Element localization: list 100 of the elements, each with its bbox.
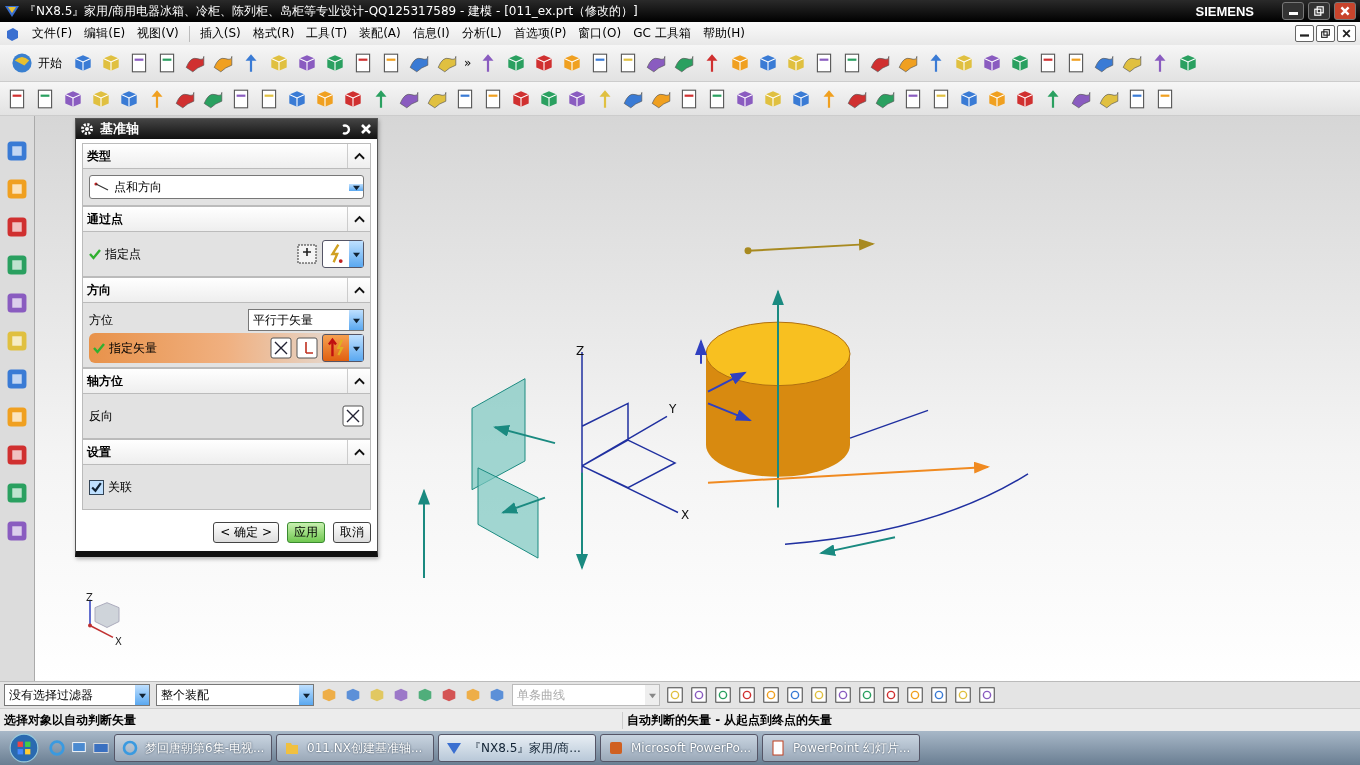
point-type-button[interactable] <box>322 240 364 268</box>
vector-dialog-icon[interactable] <box>296 337 318 359</box>
cube-icon[interactable] <box>392 686 410 704</box>
field-label: 指定点 <box>105 245 141 263</box>
caret-icon <box>351 344 361 352</box>
menu-item[interactable]: 编辑(E) <box>78 25 132 42</box>
dialog-title: 基准轴 <box>100 120 140 138</box>
snap-point-icon[interactable] <box>786 686 804 704</box>
axis-label: X <box>681 508 690 523</box>
line-point-icon <box>94 182 110 192</box>
close-button[interactable] <box>1337 25 1356 42</box>
restore-button[interactable] <box>1308 2 1330 20</box>
snap-point-icon[interactable] <box>810 686 828 704</box>
menu-item[interactable]: GC 工具箱 <box>627 25 697 42</box>
snap-point-icon[interactable] <box>834 686 852 704</box>
caret-icon <box>301 691 311 699</box>
menu-item[interactable]: 文件(F) <box>26 25 79 42</box>
collapse-icon[interactable] <box>353 286 365 294</box>
dialog-button[interactable]: 应用 <box>287 522 325 543</box>
start-button[interactable]: 开始 <box>6 51 66 75</box>
vector-row[interactable]: 指定矢量 <box>89 333 364 363</box>
axis-label: Y <box>669 402 677 417</box>
snap-point-icon[interactable] <box>906 686 924 704</box>
status-message: 自动判断的矢量 - 从起点到终点的矢量 <box>622 711 833 729</box>
document-icon <box>769 739 787 757</box>
axis-label: Z <box>86 591 93 603</box>
snap-point-icon[interactable] <box>762 686 780 704</box>
vector-type-button[interactable] <box>322 334 364 362</box>
caret-icon <box>351 183 361 191</box>
menu-item[interactable]: 信息(I) <box>406 25 456 42</box>
field-label: 反向 <box>89 407 113 425</box>
arrow-drawing <box>695 339 707 365</box>
reverse-icon[interactable] <box>270 337 292 359</box>
snap-point-icon[interactable] <box>666 686 684 704</box>
minimize-icon <box>1300 34 1309 37</box>
dialog-button[interactable]: < 确定 > <box>213 522 279 543</box>
snap-point-icon[interactable] <box>714 686 732 704</box>
minimize-icon <box>1288 12 1298 15</box>
check-icon <box>90 480 103 494</box>
menu-item[interactable]: 格式(R) <box>246 25 301 42</box>
section-header[interactable]: 轴方位 <box>83 369 370 394</box>
scope-dropdown[interactable]: 整个装配 <box>156 684 314 706</box>
point-dialog-icon[interactable] <box>296 243 318 265</box>
snap-point-icon[interactable] <box>738 686 756 704</box>
overflow-button[interactable]: » <box>464 56 472 70</box>
collapse-icon[interactable] <box>353 215 365 223</box>
snap-point-icon[interactable] <box>882 686 900 704</box>
app-logo-icon <box>4 3 20 19</box>
snap-point-icon[interactable] <box>930 686 948 704</box>
menu-item[interactable]: 插入(S) <box>193 25 247 42</box>
restore-button[interactable] <box>1316 25 1335 42</box>
menu-item[interactable]: 窗口(O) <box>572 25 628 42</box>
minimize-button[interactable] <box>1282 2 1304 20</box>
dialog-button[interactable]: 取消 <box>333 522 371 543</box>
globe-icon <box>10 51 34 75</box>
menu-item[interactable]: 装配(A) <box>353 25 407 42</box>
associative-checkbox[interactable] <box>89 479 104 495</box>
menu-item[interactable]: 帮助(H) <box>696 25 752 42</box>
arrow-drawing <box>707 371 747 393</box>
section-header[interactable]: 通过点 <box>83 207 370 232</box>
axis-label: Z <box>576 343 585 358</box>
section-header[interactable]: 类型 <box>83 144 370 169</box>
close-icon[interactable] <box>359 122 373 136</box>
status-prompt: 选择对象以自动判断矢量 <box>3 711 137 729</box>
snap-point-icon[interactable] <box>858 686 876 704</box>
arrow-drawing <box>501 496 546 514</box>
taskbar-button[interactable]: 『NX8.5』家用/商... <box>438 734 596 762</box>
caret-icon <box>137 691 147 699</box>
caret-icon <box>647 691 657 699</box>
windows-logo-icon <box>8 732 40 764</box>
snap-point-icon[interactable] <box>954 686 972 704</box>
restore-icon <box>1319 28 1332 39</box>
minimize-button[interactable] <box>1295 25 1314 42</box>
type-dropdown[interactable]: 点和方向 <box>89 175 364 199</box>
menu-item[interactable]: 首选项(P) <box>507 25 573 42</box>
collapse-icon[interactable] <box>353 152 365 160</box>
cube-icon[interactable] <box>344 686 362 704</box>
field-label: 方位 <box>89 311 113 329</box>
arrow-drawing <box>707 402 752 422</box>
collapse-icon[interactable] <box>353 377 365 385</box>
close-button[interactable] <box>1334 2 1356 20</box>
reverse-icon[interactable] <box>342 405 364 427</box>
collapse-icon[interactable] <box>353 448 365 456</box>
filter-dropdown[interactable]: 没有选择过滤器 <box>4 684 150 706</box>
caret-icon <box>351 250 361 258</box>
browser-icon <box>121 739 139 757</box>
snap-point-icon[interactable] <box>690 686 708 704</box>
menu-item[interactable]: 分析(L) <box>455 25 508 42</box>
section-header[interactable]: 设置 <box>83 440 370 465</box>
close-icon <box>1340 28 1353 39</box>
settings-icon[interactable] <box>80 122 94 136</box>
restore-icon <box>1311 5 1327 17</box>
menu-item[interactable]: 工具(T) <box>300 25 354 42</box>
menu-item[interactable]: 视图(V) <box>131 25 185 42</box>
section-header[interactable]: 方向 <box>83 278 370 303</box>
snap-point-icon[interactable] <box>978 686 996 704</box>
app-icon <box>607 739 625 757</box>
axis-label: X <box>115 636 122 648</box>
orientation-dropdown[interactable]: 平行于矢量 <box>248 309 364 331</box>
field-label: 指定矢量 <box>109 339 157 357</box>
